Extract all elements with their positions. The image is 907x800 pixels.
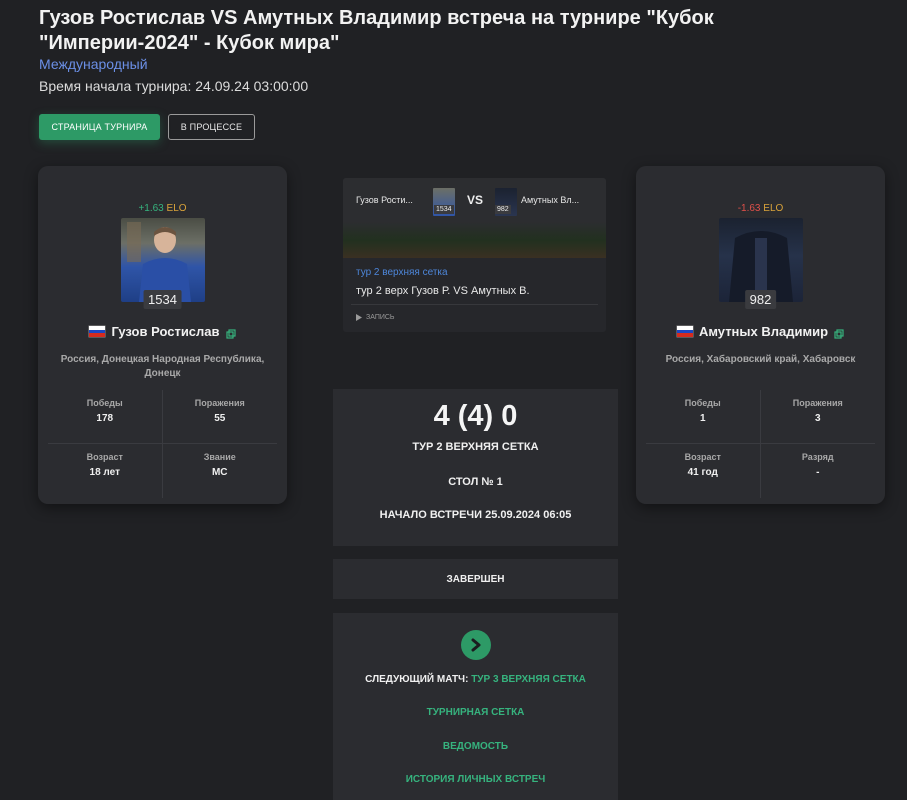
player2-rating-badge: 982	[744, 290, 777, 309]
sheet-link[interactable]: ВЕДОМОСТЬ	[333, 741, 618, 752]
stat-label: Поражения	[792, 398, 843, 408]
player2-stat-wins: Победы 1	[646, 390, 761, 444]
stat-label: Разряд	[801, 452, 834, 462]
player2-name-row: Амутных Владимир	[636, 324, 885, 339]
video-right-name: Амутных Вл...	[521, 195, 580, 205]
match-table: СТОЛ № 1	[448, 476, 503, 488]
play-icon	[356, 314, 362, 321]
stat-value: 178	[96, 413, 114, 424]
stat-value: МС	[211, 467, 228, 478]
match-score: 4 (4) 0	[433, 400, 518, 432]
page-title: Гузов Ростислав VS Амутных Владимир встр…	[39, 7, 714, 54]
player1-elo-unit: ELO	[166, 203, 187, 214]
player1-stat-rank: Звание МС	[163, 444, 278, 498]
match-round: ТУР 2 ВЕРХНЯЯ СЕТКА	[412, 441, 539, 453]
stat-label: Победы	[684, 398, 721, 408]
player2-name[interactable]: Амутных Владимир	[699, 324, 828, 339]
player2-region: Россия, Хабаровский край, Хабаровск	[665, 354, 856, 365]
tournament-start-time: Время начала турнира: 24.09.24 03:00:00	[39, 78, 309, 94]
next-match-label: СЛЕДУЮЩИЙ МАТЧ:	[365, 674, 469, 685]
next-match-button[interactable]	[460, 630, 491, 660]
stat-label: Возраст	[86, 452, 123, 462]
video-card[interactable]: Гузов Рости... 1534 VS 982 Амутных Вл...…	[343, 178, 606, 332]
player2-elo-unit: ELO	[763, 203, 784, 214]
player2-stat-rank: Разряд -	[761, 444, 876, 498]
player1-card: +1.63 ELO 1534 Гузов Ростислав Россия, Д…	[38, 166, 287, 504]
stat-label: Победы	[86, 398, 123, 408]
player1-stat-losses: Поражения 55	[162, 390, 277, 444]
history-link[interactable]: ИСТОРИЯ ЛИЧНЫХ ВСТРЕЧ	[333, 774, 618, 785]
player1-name-row: Гузов Ростислав	[38, 324, 287, 339]
stat-label: Звание	[203, 452, 236, 462]
video-right-rating: 982	[495, 205, 511, 214]
stat-value: 3	[814, 413, 821, 424]
video-left-rating: 1534	[434, 205, 454, 214]
bracket-link[interactable]: ТУРНИРНАЯ СЕТКА	[333, 707, 618, 718]
stat-value: -	[816, 467, 820, 478]
player1-elo: +1.63 ELO	[38, 203, 287, 214]
player2-elo-change: -1.63	[737, 203, 761, 214]
tournament-type-link[interactable]: Международный	[39, 56, 148, 72]
player1-stat-wins: Победы 178	[48, 390, 163, 444]
player1-rating-badge: 1534	[143, 290, 182, 309]
score-panel: 4 (4) 0 ТУР 2 ВЕРХНЯЯ СЕТКА СТОЛ № 1 НАЧ…	[333, 389, 618, 546]
video-thumbnail[interactable]: Гузов Рости... 1534 VS 982 Амутных Вл...	[343, 178, 606, 258]
next-match-link[interactable]: ТУР 3 ВЕРХНЯЯ СЕТКА	[471, 674, 586, 685]
video-left-name: Гузов Рости...	[356, 195, 413, 205]
player1-stats: Победы 178 Поражения 55 Возраст 18 лет З…	[48, 390, 277, 498]
match-start: НАЧАЛО ВСТРЕЧИ 25.09.2024 06:05	[379, 509, 572, 521]
player1-name[interactable]: Гузов Ростислав	[111, 324, 219, 339]
tournament-page-button[interactable]: СТРАНИЦА ТУРНИРА	[39, 114, 160, 140]
match-status: ЗАВЕРШЕН	[333, 559, 618, 599]
player2-stat-age: Возраст 41 год	[646, 444, 761, 498]
status-button[interactable]: В ПРОЦЕССЕ	[168, 114, 255, 140]
russia-flag-icon	[676, 326, 693, 338]
video-record[interactable]: ЗАПИСЬ	[351, 304, 598, 321]
video-tag[interactable]: тур 2 верхняя сетка	[356, 267, 448, 278]
next-match-line: СЛЕДУЮЩИЙ МАТЧ: ТУР 3 ВЕРХНЯЯ СЕТКА	[333, 674, 618, 685]
video-vs: VS	[467, 193, 484, 207]
stat-value: 55	[214, 413, 226, 424]
player2-elo: -1.63 ELO	[636, 203, 885, 214]
header-buttons: СТРАНИЦА ТУРНИРА В ПРОЦЕССЕ	[39, 114, 255, 140]
copy-icon[interactable]	[225, 327, 236, 339]
chevron-right-icon	[471, 638, 480, 652]
stat-value: 18 лет	[89, 467, 120, 478]
player1-region: Россия, Донецкая Народная Республика, До…	[60, 354, 265, 379]
video-record-label: ЗАПИСЬ	[366, 314, 395, 321]
stat-label: Возраст	[684, 452, 721, 462]
player2-card: -1.63 ELO 982 Амутных Владимир Россия, Х…	[636, 166, 885, 504]
stat-value: 1	[699, 413, 706, 424]
video-title[interactable]: тур 2 верх Гузов Р. VS Амутных В.	[356, 285, 530, 297]
links-panel: СЛЕДУЮЩИЙ МАТЧ: ТУР 3 ВЕРХНЯЯ СЕТКА ТУРН…	[333, 613, 618, 800]
stat-value: 41 год	[687, 467, 718, 478]
stat-label: Поражения	[194, 398, 245, 408]
copy-icon[interactable]	[834, 327, 844, 339]
player1-elo-change: +1.63	[138, 203, 164, 214]
player2-stat-losses: Поражения 3	[760, 390, 875, 444]
player1-stat-age: Возраст 18 лет	[48, 444, 163, 498]
russia-flag-icon	[89, 326, 106, 338]
player2-stats: Победы 1 Поражения 3 Возраст 41 год Разр…	[646, 390, 875, 498]
